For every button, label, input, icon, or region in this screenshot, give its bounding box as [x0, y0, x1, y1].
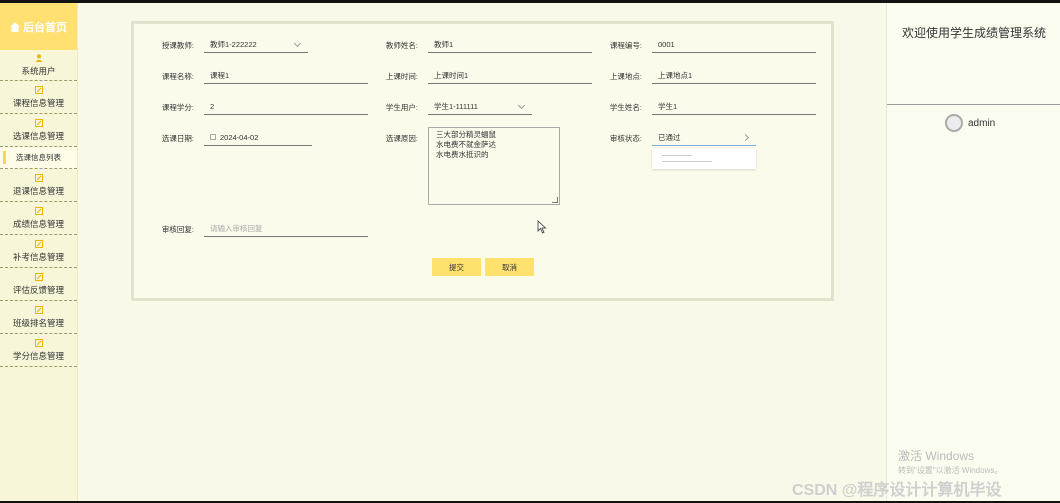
home-logo[interactable]: 后台首页 [0, 3, 77, 50]
edit-icon [34, 305, 43, 314]
windows-activation-watermark: 激活 Windows [898, 449, 975, 463]
sidebar-item-label: 补考信息管理 [12, 251, 64, 262]
edit-icon [34, 338, 43, 347]
sidebar-item-label: 评估反馈管理 [12, 284, 64, 295]
chevron-right-icon [741, 133, 750, 142]
cancel-button[interactable]: 取消 [485, 258, 534, 276]
course-name-label: 课程名称: [161, 72, 194, 81]
course-no-label: 课程编号: [609, 41, 642, 50]
teacher-select[interactable]: 教师1-222222 [204, 36, 308, 53]
class-time-label: 上课时间: [385, 72, 418, 81]
review-reply-field[interactable]: 请输入审核回复 [204, 220, 368, 237]
credit-label: 课程学分: [161, 103, 194, 112]
edit-icon [34, 206, 43, 215]
submit-button[interactable]: 提交 [432, 258, 481, 276]
sidebar-item-withdraw-info[interactable]: 退课信息管理 [0, 169, 77, 202]
home-icon [10, 21, 20, 32]
reason-line: 水电费不就金萨达 [436, 140, 496, 149]
reason-label: 选课原因: [385, 134, 418, 143]
teacher-name-field[interactable]: 教师1 [428, 36, 592, 53]
resize-handle[interactable] [552, 197, 558, 203]
edit-form: 授课教师: 教师1-222222 教师姓名: 教师1 课程编号: 0001 课程… [131, 21, 834, 301]
username: admin [968, 117, 996, 129]
course-name-field[interactable]: 课程1 [204, 67, 368, 84]
sidebar-item-label: 班级排名管理 [12, 317, 64, 328]
reason-line: 水电费水抵识的 [436, 150, 489, 159]
teacher-name-label: 教师姓名: [385, 41, 418, 50]
chevron-down-icon [517, 101, 526, 110]
class-time-field[interactable]: 上课时间1 [428, 67, 592, 84]
student-user-select-value: 学生1-111111 [434, 101, 478, 111]
student-name-label: 学生姓名: [609, 103, 642, 112]
user-info[interactable]: admin [945, 114, 995, 132]
sidebar-item-course-info[interactable]: 课程信息管理 [0, 81, 77, 114]
sidebar-subitem-label: 选课信息列表 [16, 153, 61, 162]
csdn-watermark: CSDN @程序设计计算机毕设 [792, 482, 1002, 499]
sidebar-item-credit-info[interactable]: 学分信息管理 [0, 334, 77, 367]
teacher-select-value: 教师1-222222 [210, 39, 257, 49]
edit-icon [34, 272, 43, 281]
sidebar-item-label: 成绩信息管理 [12, 218, 64, 229]
select-date-label: 选课日期: [161, 134, 194, 143]
course-no-field[interactable]: 0001 [652, 36, 816, 53]
sidebar: 后台首页 系统用户 课程信息管理 选课信息管理 选课信息列表 退课信息管理 成绩… [0, 3, 78, 501]
review-status-select[interactable]: 已通过 [652, 129, 756, 146]
review-status-label: 审核状态: [609, 134, 642, 143]
student-user-label: 学生用户: [385, 103, 418, 112]
sidebar-item-selection-info[interactable]: 选课信息管理 [0, 114, 77, 147]
user-icon [35, 53, 42, 62]
sidebar-item-class-rank[interactable]: 班级排名管理 [0, 301, 77, 334]
chevron-down-icon [293, 39, 302, 48]
edit-icon [34, 118, 43, 127]
windows-activation-hint: 转到"设置"以激活 Windows。 [898, 466, 1003, 475]
sidebar-item-label: 课程信息管理 [12, 97, 64, 108]
sidebar-item-makeup-info[interactable]: 补考信息管理 [0, 235, 77, 268]
sidebar-item-label: 系统用户 [21, 65, 56, 76]
class-location-field[interactable]: 上课地点1 [652, 67, 816, 84]
review-status-dropdown[interactable] [652, 149, 756, 169]
sidebar-item-label: 选课信息管理 [12, 130, 64, 141]
calendar-icon [210, 134, 216, 140]
sidebar-item-grade-info[interactable]: 成绩信息管理 [0, 202, 77, 235]
select-date-value: 2024-04-02 [220, 132, 259, 142]
edit-icon [34, 239, 43, 248]
divider [887, 104, 1060, 105]
teacher-label: 授课教师: [161, 41, 194, 50]
sidebar-item-feedback[interactable]: 评估反馈管理 [0, 268, 77, 301]
review-status-value: 已通过 [658, 132, 681, 142]
edit-icon [34, 85, 43, 94]
student-name-field[interactable]: 学生1 [652, 98, 816, 115]
reason-textarea[interactable]: 三大部分精灵蝠鼠 水电费不就金萨达 水电费水抵识的 [428, 127, 560, 205]
select-date-picker[interactable]: 2024-04-02 [204, 129, 312, 146]
sidebar-item-label: 学分信息管理 [12, 350, 64, 361]
welcome-text: 欢迎使用学生成绩管理系统 [901, 26, 1046, 40]
avatar [945, 114, 963, 132]
sidebar-item-system-user[interactable]: 系统用户 [0, 50, 77, 81]
student-user-select[interactable]: 学生1-111111 [428, 98, 532, 115]
reason-line: 三大部分精灵蝠鼠 [436, 130, 496, 139]
credit-field[interactable]: 2 [204, 98, 368, 115]
right-panel: 欢迎使用学生成绩管理系统 admin [886, 3, 1060, 501]
sidebar-item-label: 退课信息管理 [12, 185, 64, 196]
class-location-label: 上课地点: [609, 72, 642, 81]
mouse-cursor-icon [537, 220, 547, 234]
edit-icon [34, 173, 43, 182]
logo-label: 后台首页 [23, 21, 67, 34]
review-reply-label: 审核回复: [161, 225, 194, 234]
sidebar-subitem-selection-list[interactable]: 选课信息列表 [0, 147, 77, 169]
